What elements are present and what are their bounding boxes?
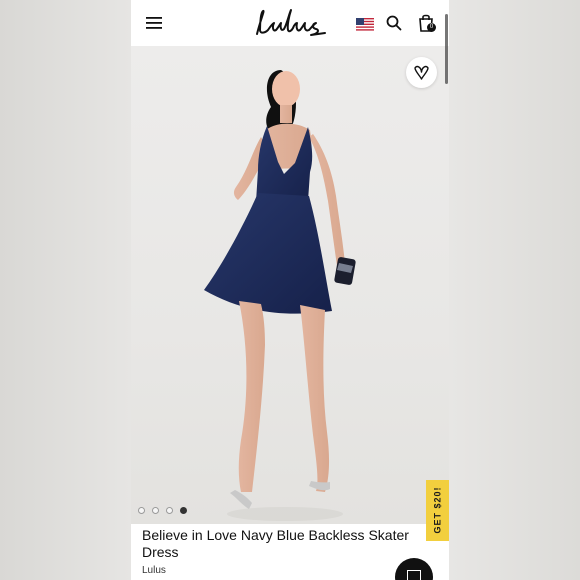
model-wearing-dress	[204, 70, 356, 521]
page-scrollbar[interactable]	[445, 14, 448, 84]
product-title[interactable]: Believe in Love Navy Blue Backless Skate…	[142, 527, 432, 561]
carousel-dot[interactable]	[138, 507, 145, 514]
image-carousel-dots	[138, 507, 198, 517]
brand-name[interactable]: Lulus	[142, 565, 166, 576]
heart-outline-icon	[414, 65, 429, 80]
mobile-page: 0 GET $20! Believe in Love Navy Blue Bac…	[131, 0, 449, 580]
carousel-dot[interactable]	[152, 507, 159, 514]
carousel-dot-active[interactable]	[180, 507, 187, 514]
carousel-dot[interactable]	[166, 507, 173, 514]
hamburger-menu-icon[interactable]	[145, 15, 163, 31]
us-flag-icon[interactable]	[356, 18, 374, 31]
chat-icon	[407, 570, 421, 580]
lulus-logo[interactable]	[253, 6, 327, 40]
background-right	[449, 0, 580, 580]
favorite-button[interactable]	[406, 57, 437, 88]
promo-label: GET $20!	[432, 486, 443, 534]
chat-button[interactable]	[395, 558, 433, 580]
site-header: 0	[131, 0, 449, 46]
cart-count-badge: 0	[427, 23, 436, 32]
background-left	[0, 0, 131, 580]
search-icon[interactable]	[386, 15, 402, 31]
product-image[interactable]	[131, 46, 449, 524]
